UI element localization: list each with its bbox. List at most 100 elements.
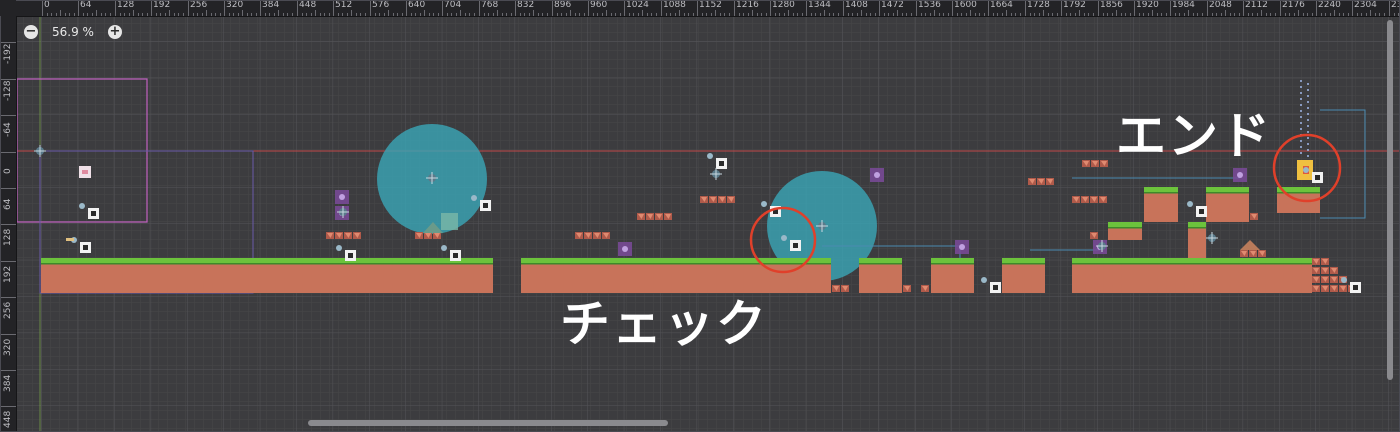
ruler-h-tick — [515, 0, 516, 16]
ruler-h-tick — [879, 0, 880, 16]
ruler-h-minor-tick — [383, 13, 385, 16]
ruler-h-minor-tick — [96, 10, 98, 16]
ruler-h-minor-tick — [1356, 13, 1358, 16]
ruler-h-minor-tick — [1183, 13, 1185, 16]
ruler-h-minor-tick — [506, 13, 508, 16]
ruler-h-minor-tick — [1383, 13, 1385, 16]
sprite-core — [959, 244, 965, 250]
ruler-h-minor-tick — [1019, 13, 1021, 16]
ruler-h-label: 2304 — [1354, 0, 1377, 10]
ruler-h-label: 1664 — [990, 0, 1013, 10]
ruler-h-minor-tick — [1079, 10, 1081, 16]
ruler-h-minor-tick — [833, 13, 835, 16]
ruler-h-minor-tick — [601, 13, 603, 16]
ruler-h-minor-tick — [410, 13, 412, 16]
ruler-h-tick — [479, 0, 480, 16]
ruler-corner — [0, 0, 16, 16]
player-sprite-face — [82, 170, 88, 174]
ruler-h-minor-tick — [606, 10, 608, 16]
vertical-scrollbar[interactable] — [1387, 20, 1393, 380]
horizontal-ruler[interactable]: 0 64 128 192 256 320 384 448 512 576 640 704 768 832 8… — [0, 0, 1400, 17]
ruler-h-minor-tick — [1015, 13, 1017, 16]
ruler-h-tick — [588, 0, 589, 16]
ruler-h-minor-tick — [1201, 13, 1203, 16]
ruler-h-minor-tick — [1107, 13, 1109, 16]
ruler-h-tick — [1025, 0, 1026, 16]
particle-dot — [1300, 128, 1302, 130]
vertical-ruler[interactable]: -192 -128 -64 0 64 128 192 256 320 384 448 — [0, 16, 17, 432]
ruler-h-minor-tick — [747, 13, 749, 16]
scene-viewport[interactable]: 0 64 128 192 256 320 384 448 512 576 640 704 768 832 8… — [0, 0, 1400, 432]
particle-dot — [1300, 140, 1302, 142]
ruler-h-tick — [1389, 0, 1390, 16]
ruler-h-tick — [1316, 0, 1317, 16]
ruler-h-minor-tick — [856, 13, 858, 16]
level-canvas[interactable] — [0, 0, 1400, 432]
ruler-h-minor-tick — [870, 13, 872, 16]
ruler-h-label: 1728 — [1027, 0, 1050, 10]
ruler-h-minor-tick — [783, 13, 785, 16]
horizontal-scrollbar[interactable] — [308, 420, 668, 426]
ruler-h-minor-tick — [164, 13, 166, 16]
ruler-h-label: 1920 — [1136, 0, 1159, 10]
node-icon-badge — [761, 201, 767, 207]
zoom-out-button[interactable]: − — [24, 25, 38, 39]
zoom-in-button[interactable]: + — [107, 25, 122, 39]
ruler-h-minor-tick — [291, 13, 293, 16]
ruler-h-minor-tick — [419, 13, 421, 16]
ruler-h-minor-tick — [1125, 13, 1127, 16]
ruler-h-minor-tick — [1129, 13, 1131, 16]
ruler-h-minor-tick — [137, 13, 139, 16]
sprite-core — [339, 194, 345, 200]
ruler-h-minor-tick — [1188, 10, 1190, 16]
ruler-h-minor-tick — [1338, 13, 1340, 16]
ruler-h-minor-tick — [1120, 13, 1122, 16]
ruler-h-label: 1152 — [699, 0, 722, 10]
ruler-h-minor-tick — [619, 13, 621, 16]
ruler-h-label: 2048 — [1209, 0, 1232, 10]
ruler-h-minor-tick — [765, 13, 767, 16]
ruler-h-minor-tick — [273, 13, 275, 16]
ruler-v-tick — [0, 152, 16, 153]
ruler-h-minor-tick — [1393, 13, 1395, 16]
ruler-h-minor-tick — [1034, 13, 1036, 16]
grass-top — [41, 258, 493, 263]
ruler-h-minor-tick — [219, 13, 221, 16]
ruler-h-label: 2240 — [1318, 0, 1341, 10]
particle-dot — [1307, 155, 1309, 157]
ruler-h-minor-tick — [810, 13, 812, 16]
ruler-h-label: 1792 — [1063, 0, 1086, 10]
ruler-h-minor-tick — [792, 13, 794, 16]
ruler-v-tick — [0, 79, 16, 80]
ruler-h-label: 1600 — [954, 0, 977, 10]
ruler-h-minor-tick — [1265, 13, 1267, 16]
ruler-h-tick — [952, 0, 953, 16]
ruler-h-minor-tick — [756, 13, 758, 16]
ruler-h-minor-tick — [637, 13, 639, 16]
ruler-h-minor-tick — [910, 13, 912, 16]
ruler-v-tick — [0, 406, 16, 407]
ruler-h-minor-tick — [73, 13, 75, 16]
ruler-h-minor-tick — [715, 10, 717, 16]
ruler-h-minor-tick — [464, 13, 466, 16]
ruler-h-minor-tick — [938, 13, 940, 16]
ruler-h-minor-tick — [1065, 13, 1067, 16]
ruler-h-minor-tick — [724, 13, 726, 16]
ruler-h-minor-tick — [1225, 10, 1227, 16]
node-icon-badge — [981, 277, 987, 283]
grass-edge — [1108, 227, 1142, 229]
ruler-h-minor-tick — [1274, 13, 1276, 16]
ruler-h-label: 1472 — [881, 0, 904, 10]
ruler-h-label: 1216 — [736, 0, 759, 10]
ruler-h-label: 1856 — [1100, 0, 1123, 10]
ruler-v-label: -192 — [3, 43, 13, 64]
ruler-h-minor-tick — [961, 13, 963, 16]
ruler-v-label: -64 — [3, 122, 13, 137]
ruler-h-minor-tick — [1261, 10, 1263, 16]
ruler-h-tick — [406, 0, 407, 16]
ruler-h-minor-tick — [1092, 13, 1094, 16]
ruler-h-minor-tick — [109, 13, 111, 16]
ruler-h-tick — [988, 0, 989, 16]
particle-dot — [1300, 80, 1302, 82]
ruler-h-minor-tick — [251, 13, 253, 16]
